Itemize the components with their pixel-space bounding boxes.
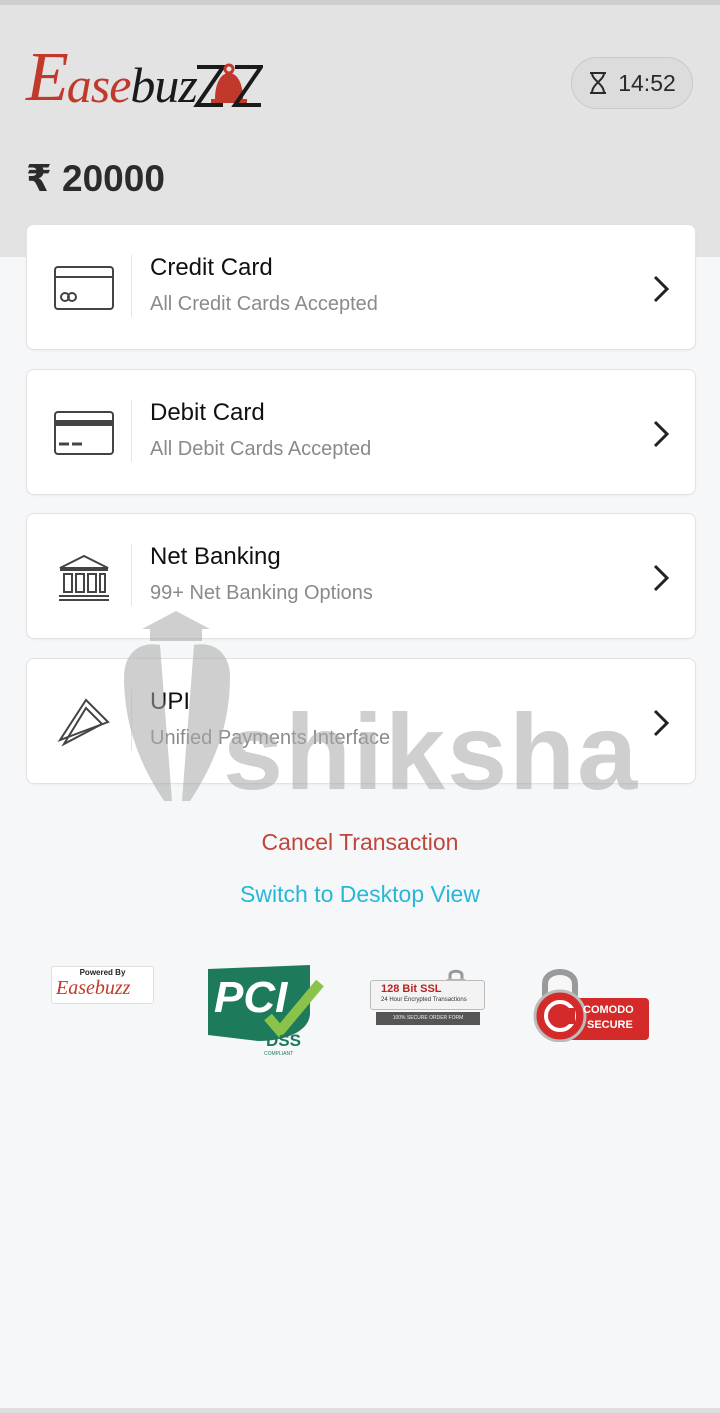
pci-text: PCI: [214, 973, 288, 1022]
chevron-right-icon: [653, 420, 670, 448]
card-subtitle: 99+ Net Banking Options: [150, 582, 373, 604]
card-subtitle: Unified Payments Interface: [150, 727, 391, 749]
logo-text-buzz: buz: [130, 57, 197, 113]
payment-amount: ₹ 20000: [26, 158, 165, 199]
hourglass-icon: [590, 72, 607, 94]
card-title: Debit Card: [150, 399, 265, 426]
session-timer: 14:52: [571, 57, 693, 109]
powered-by-label: Powered By: [79, 968, 126, 977]
payment-option-credit-card[interactable]: Credit Card All Credit Cards Accepted: [26, 224, 696, 350]
bell-logo-icon: [193, 63, 263, 107]
card-subtitle: All Debit Cards Accepted: [150, 438, 372, 460]
chevron-right-icon: [653, 564, 670, 592]
timer-value: 14:52: [618, 69, 676, 96]
dss-text: DSS: [266, 1031, 301, 1050]
pci-dss-badge: PCI DSS COMPLIANT: [206, 965, 326, 1061]
upi-icon: [57, 698, 110, 747]
card-divider: [131, 689, 132, 751]
easebuzz-logo: E ase buz: [26, 43, 263, 113]
payment-option-debit-card[interactable]: Debit Card All Debit Cards Accepted: [26, 369, 696, 495]
payment-option-upi[interactable]: UPI Unified Payments Interface: [26, 658, 696, 784]
credit-card-icon: [54, 266, 114, 310]
switch-desktop-view-link[interactable]: Switch to Desktop View: [0, 881, 720, 908]
powered-by-logo-text: Easebuzz: [56, 977, 131, 999]
ssl-footer: 100% SECURE ORDER FORM: [376, 1012, 480, 1025]
dss-compliant-text: COMPLIANT: [264, 1051, 294, 1057]
chevron-right-icon: [653, 275, 670, 303]
cancel-transaction-link[interactable]: Cancel Transaction: [0, 829, 720, 856]
powered-by-easebuzz-badge: Powered By Easebuzz: [51, 966, 154, 1004]
card-divider: [131, 544, 132, 606]
comodo-text: COMODO: [583, 1004, 634, 1016]
chevron-right-icon: [653, 709, 670, 737]
card-subtitle: All Credit Cards Accepted: [150, 293, 378, 315]
ssl-title: 128 Bit SSL: [381, 983, 442, 995]
ssl-subtitle: 24 Hour Encrypted Transactions: [381, 997, 467, 1003]
card-title: Credit Card: [150, 254, 273, 281]
card-title: UPI: [150, 688, 191, 715]
bottom-edge: [0, 1408, 720, 1413]
bank-icon: [59, 554, 109, 601]
card-divider: [131, 255, 132, 317]
comodo-secure-text: SECURE: [587, 1019, 633, 1031]
header: E ase buz 14:52 ₹ 20000: [0, 5, 720, 257]
debit-card-icon: [54, 411, 114, 455]
ssl-secure-badge: 128 Bit SSL 24 Hour Encrypted Transactio…: [370, 966, 485, 1028]
card-title: Net Banking: [150, 543, 281, 570]
card-divider: [131, 400, 132, 462]
logo-letter-e: E: [26, 39, 69, 116]
comodo-secure-badge: COMODO SECURE: [531, 966, 649, 1042]
logo-text-ase: ase: [66, 57, 132, 113]
payment-option-net-banking[interactable]: Net Banking 99+ Net Banking Options: [26, 513, 696, 639]
